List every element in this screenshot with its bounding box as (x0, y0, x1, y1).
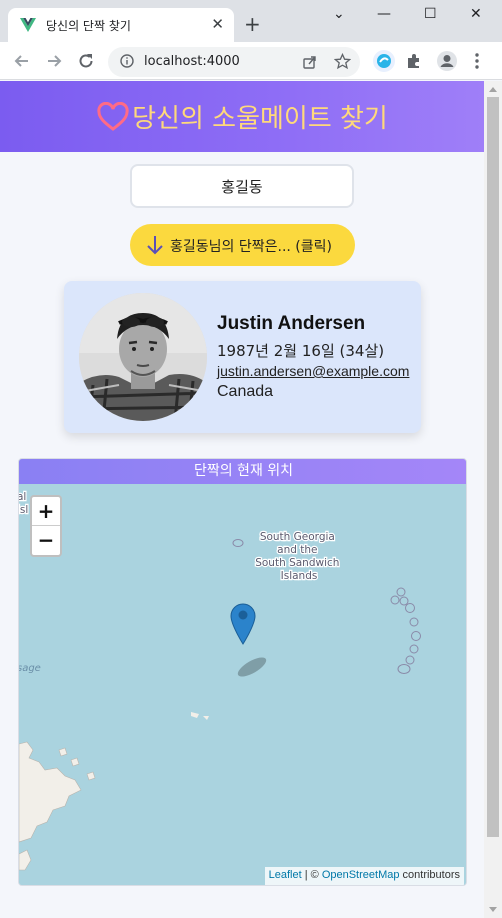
tab-close-icon[interactable]: ✕ (211, 15, 224, 33)
page-title: 당신의 소울메이트 찾기 (132, 104, 388, 134)
map-attribution: Leaflet | © OpenStreetMap contributors (264, 867, 464, 885)
soulmate-profile-card: Justin Andersen 1987년 2월 16일 (34살) justi… (64, 281, 421, 433)
openstreetmap-link[interactable]: OpenStreetMap (322, 869, 400, 881)
zoom-out-button[interactable]: − (32, 526, 60, 555)
soulmate-country: Canada (217, 383, 274, 400)
browser-toolbar: localhost:4000 (0, 42, 502, 80)
map-tiles[interactable]: South Georgia and the South Sandwich Isl… (19, 484, 467, 886)
place-label-line: South Sandwich (255, 557, 339, 569)
place-label-line: and the (277, 544, 317, 556)
soulmate-email-link[interactable]: justin.andersen@example.com (217, 363, 409, 379)
share-icon[interactable] (302, 54, 318, 70)
close-window-icon[interactable]: ✕ (470, 6, 482, 22)
heart-icon (97, 101, 129, 131)
app-header: 당신의 소울메이트 찾기 (0, 81, 484, 152)
scroll-up-arrow-icon[interactable] (489, 87, 497, 92)
page-content: 당신의 소울메이트 찾기 홍길동님의 단짝은... (클릭) (0, 81, 484, 918)
arrow-down-icon (147, 236, 163, 255)
edge-label-top: al (19, 491, 26, 503)
profile-avatar-icon[interactable] (436, 50, 458, 72)
extension-circle-icon[interactable] (372, 49, 396, 73)
site-info-icon[interactable] (120, 54, 134, 68)
new-tab-button[interactable]: + (244, 14, 261, 34)
tab-search-icon[interactable]: ⌄ (333, 6, 345, 22)
soulmate-name: Justin Andersen (217, 313, 366, 334)
page-scrollbar[interactable] (484, 81, 502, 918)
place-label-line: South Georgia (260, 531, 335, 543)
avatar (79, 293, 207, 421)
profile-photo (79, 293, 207, 421)
vue-logo-icon (20, 18, 36, 32)
edge-label-top: isl (19, 504, 28, 516)
reveal-button-label: 홍길동님의 단짝은... (클릭) (170, 239, 332, 255)
zoom-in-button[interactable]: + (32, 497, 60, 526)
back-arrow-icon[interactable] (12, 51, 32, 71)
url-text: localhost:4000 (144, 54, 240, 69)
minimize-icon[interactable]: — (377, 6, 391, 22)
tab-title: 당신의 단짝 찾기 (46, 19, 131, 33)
attribution-separator: | © (301, 869, 322, 881)
browser-tabbar: 당신의 단짝 찾기 ✕ + ⌄ — ☐ ✕ (0, 0, 502, 42)
reveal-soulmate-button[interactable]: 홍길동님의 단짝은... (클릭) (130, 224, 355, 266)
attribution-suffix: contributors (399, 869, 460, 881)
map-title: 단짝의 현재 위치 (19, 459, 466, 484)
extensions-puzzle-icon[interactable] (405, 52, 423, 70)
maximize-icon[interactable]: ☐ (424, 6, 437, 22)
reload-icon[interactable] (76, 51, 96, 71)
scroll-down-arrow-icon[interactable] (489, 907, 497, 912)
browser-tab[interactable]: 당신의 단짝 찾기 ✕ (8, 8, 234, 42)
name-input[interactable] (130, 164, 354, 208)
map-zoom-control: + − (30, 495, 62, 557)
leaflet-link[interactable]: Leaflet (269, 869, 302, 881)
location-map[interactable]: 단짝의 현재 위치 South Georgia and the South Sa… (18, 458, 467, 886)
menu-dots-icon[interactable] (474, 52, 480, 70)
scrollbar-thumb[interactable] (487, 97, 499, 837)
forward-arrow-icon[interactable] (44, 51, 64, 71)
bookmark-star-icon[interactable] (334, 53, 351, 70)
edge-label-passage: sage (19, 663, 41, 674)
address-bar[interactable]: localhost:4000 (108, 47, 360, 77)
soulmate-birthdate: 1987년 2월 16일 (34살) (217, 342, 385, 360)
place-label-line: Islands (281, 570, 318, 582)
